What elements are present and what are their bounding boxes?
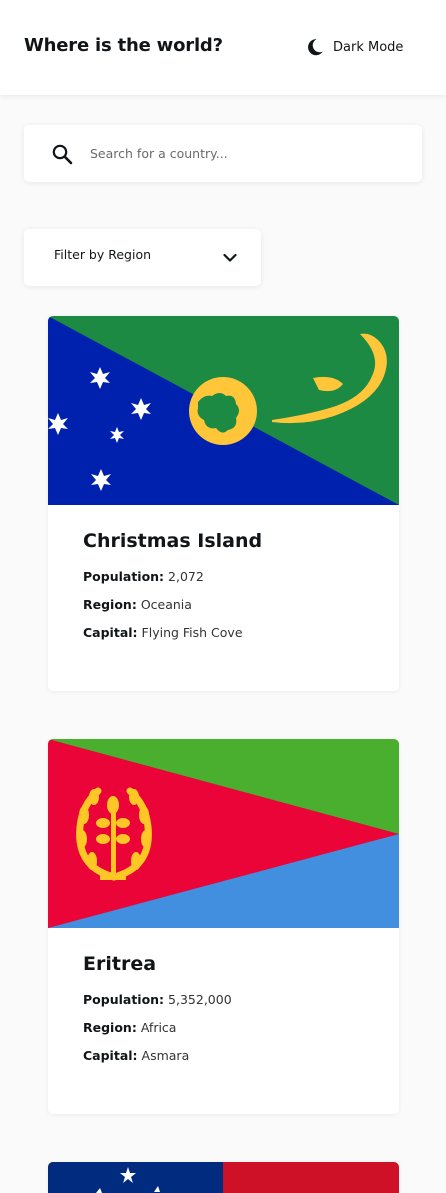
capital-label: Capital: [83, 625, 138, 640]
region-label: Region: [83, 1020, 137, 1035]
region-row: Region: Africa [83, 1019, 176, 1037]
country-card[interactable]: Christmas Island Population: 2,072 Regio… [48, 316, 399, 691]
capital-row: Capital: Asmara [83, 1047, 189, 1065]
population-label: Population: [83, 569, 165, 584]
region-filter-dropdown[interactable]: Filter by Region [24, 229, 261, 286]
region-value: Oceania [140, 597, 192, 612]
region-row: Region: Oceania [83, 596, 192, 614]
capital-label: Capital: [83, 1048, 138, 1063]
country-card[interactable] [48, 1162, 399, 1193]
capital-row: Capital: Flying Fish Cove [83, 624, 243, 642]
population-value: 5,352,000 [168, 992, 232, 1007]
partial-flag [48, 1162, 399, 1193]
region-value: Africa [140, 1020, 177, 1035]
country-name: Christmas Island [83, 530, 263, 552]
region-label: Region: [83, 597, 137, 612]
population-value: 2,072 [168, 569, 204, 584]
population-label: Population: [83, 992, 165, 1007]
chevron-down-icon [223, 253, 237, 262]
dark-mode-label: Dark Mode [333, 39, 404, 55]
search-icon [52, 144, 73, 165]
dark-mode-toggle[interactable]: Dark Mode [305, 35, 403, 59]
population-row: Population: 5,352,000 [83, 991, 232, 1009]
capital-value: Asmara [141, 1048, 190, 1063]
app-header: Where is the world? Dark Mode [0, 0, 446, 95]
region-filter-label: Filter by Region [54, 247, 152, 262]
search-input[interactable] [90, 140, 390, 166]
population-row: Population: 2,072 [83, 568, 204, 586]
christmas-island-flag [48, 316, 399, 505]
eritrea-flag [48, 739, 399, 928]
country-name: Eritrea [83, 953, 157, 975]
moon-icon [308, 39, 323, 56]
capital-value: Flying Fish Cove [141, 625, 243, 640]
country-card[interactable]: Eritrea Population: 5,352,000 Region: Af… [48, 739, 399, 1114]
app-title: Where is the world? [24, 35, 223, 56]
